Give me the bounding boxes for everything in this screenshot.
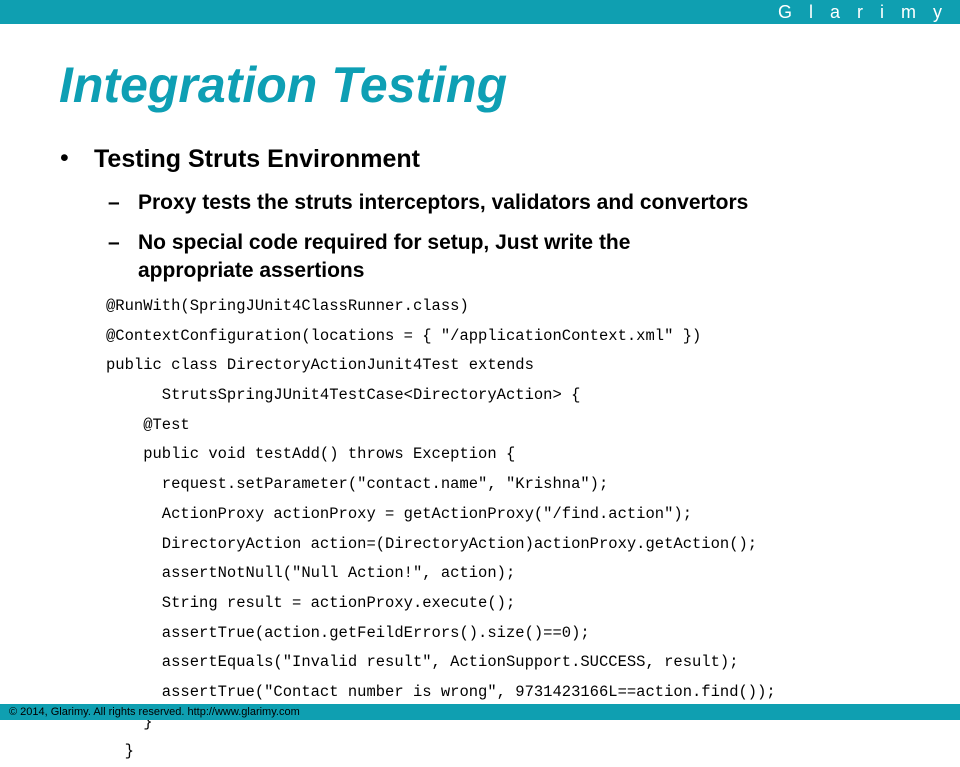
code-block: @RunWith(SpringJUnit4ClassRunner.class) … — [106, 292, 776, 767]
sub-item-text-continued: appropriate assertions — [138, 259, 365, 282]
code-line: DirectoryAction action=(DirectoryAction)… — [106, 534, 758, 553]
code-line: @RunWith(SpringJUnit4ClassRunner.class) — [106, 297, 469, 315]
slide-title: Integration Testing — [59, 57, 508, 113]
code-line: request.setParameter("contact.name", "Kr… — [106, 475, 609, 494]
copyright-text: © 2014, Glarimy. All rights reserved. ht… — [9, 706, 300, 718]
code-line: @ContextConfiguration(locations = { "/ap… — [106, 326, 702, 345]
sub-item-marker: – — [108, 191, 120, 214]
sub-item-text: No special code required for setup, Just… — [138, 231, 631, 254]
bullet-heading: Testing Struts Environment — [94, 145, 420, 173]
code-line: String result = actionProxy.execute(); — [106, 593, 516, 612]
code-line: assertTrue(action.getFeildErrors().size(… — [106, 623, 590, 642]
bullet-marker: • — [60, 144, 69, 172]
code-line: public class DirectoryActionJunit4Test e… — [106, 356, 534, 375]
code-line: StrutsSpringJUnit4TestCase<DirectoryActi… — [106, 386, 581, 405]
sub-item-marker: – — [108, 231, 120, 254]
code-line: @Test — [106, 415, 190, 434]
code-line: public void testAdd() throws Exception { — [106, 445, 516, 464]
code-line: assertNotNull("Null Action!", action); — [106, 564, 516, 583]
brand-logo-text: G l a r i m y — [777, 2, 948, 22]
sub-item-text: Proxy tests the struts interceptors, val… — [138, 191, 749, 214]
header-bar: G l a r i m y — [0, 0, 960, 24]
footer-bar: © 2014, Glarimy. All rights reserved. ht… — [0, 704, 960, 720]
code-line: ActionProxy actionProxy = getActionProxy… — [106, 504, 692, 523]
code-line: } — [106, 742, 134, 761]
code-line: assertEquals("Invalid result", ActionSup… — [106, 653, 739, 672]
